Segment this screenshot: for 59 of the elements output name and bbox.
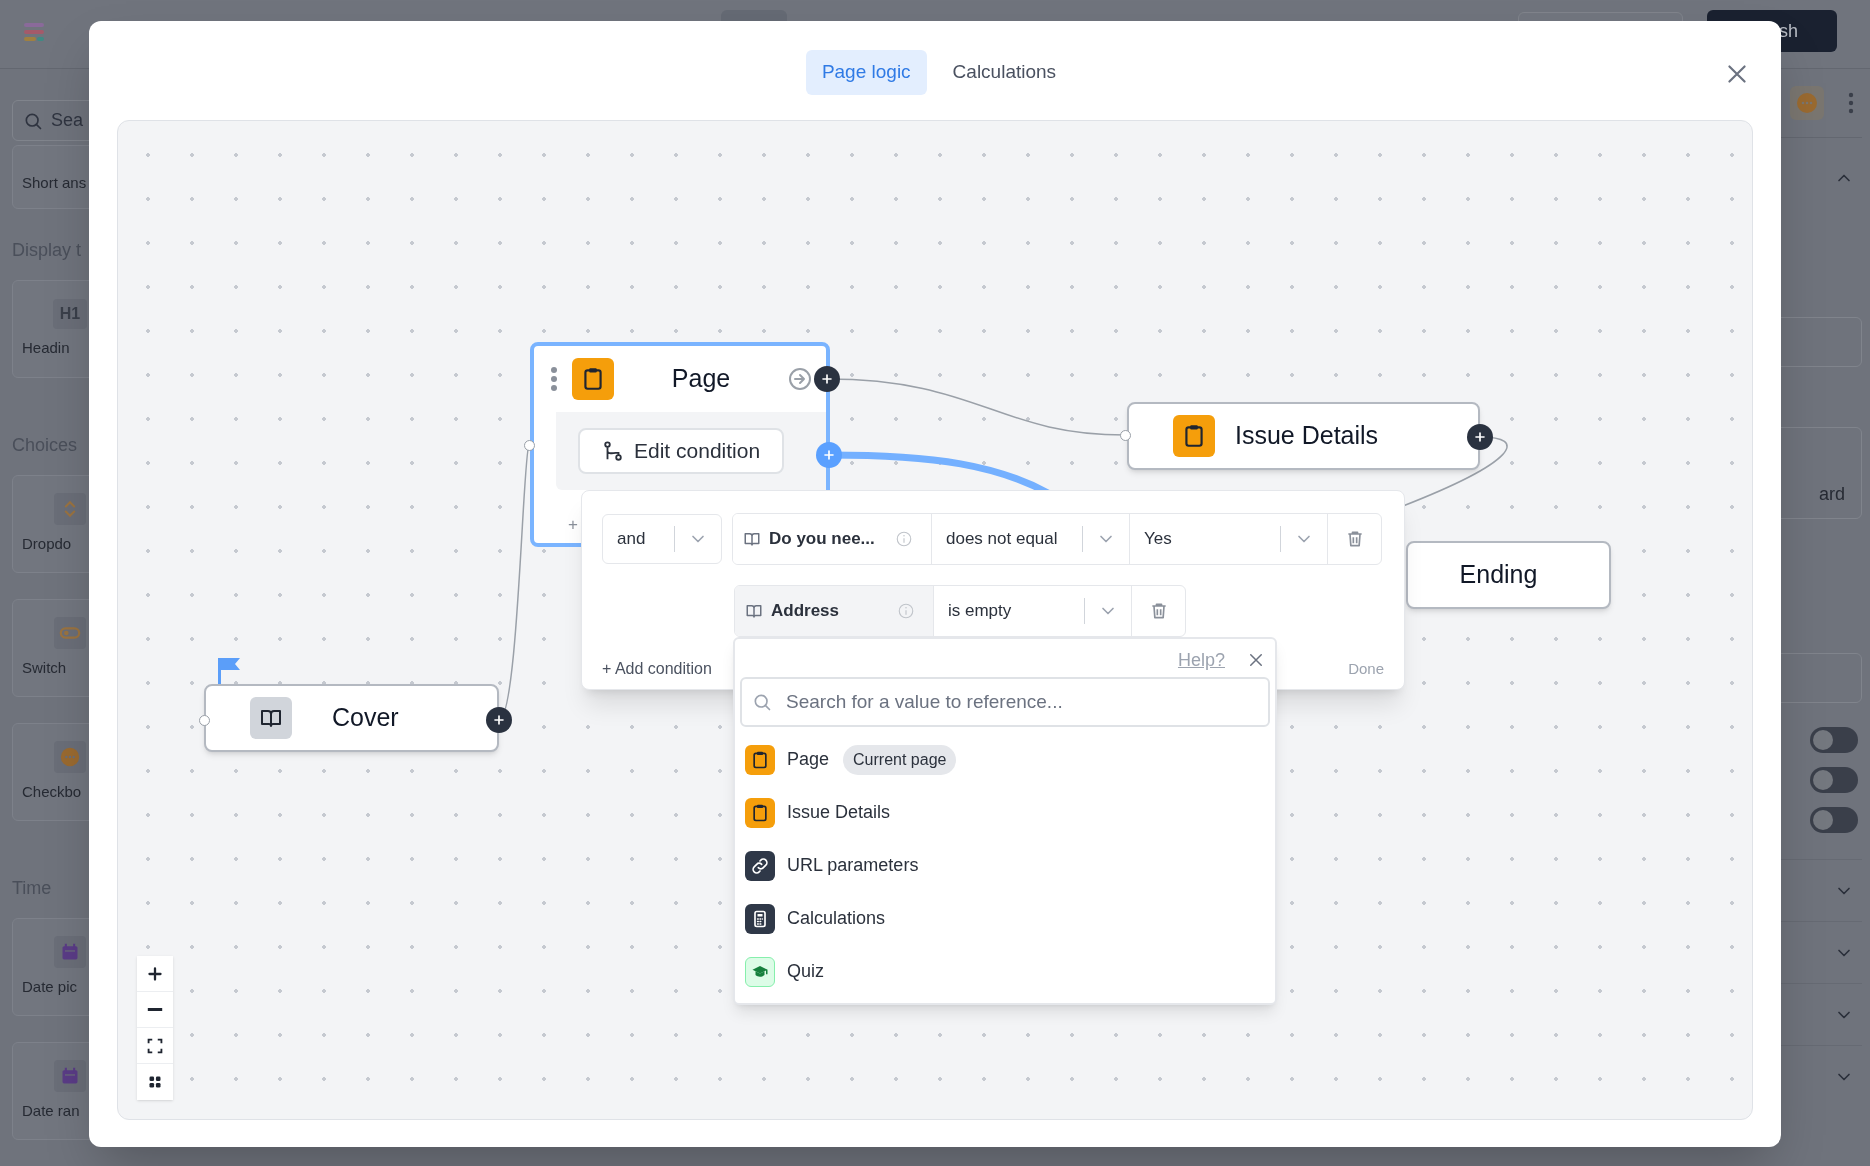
block-label: Date pic <box>22 976 78 997</box>
add-connection-button[interactable] <box>814 366 840 392</box>
page-node[interactable]: Issue Details <box>1127 402 1480 470</box>
search-icon <box>752 692 772 712</box>
node-title: Issue Details <box>1235 420 1379 452</box>
toggle-icon <box>54 616 86 649</box>
current-page-badge: Current page <box>843 744 957 775</box>
block-label: Date ran <box>22 1100 80 1121</box>
tab[interactable]: Calculations <box>936 50 1073 95</box>
calculator-icon <box>745 903 775 934</box>
minus-icon <box>147 1008 163 1011</box>
calendar-icon <box>54 935 86 968</box>
block-label: Dropdo <box>22 533 72 554</box>
search-field[interactable]: Search for a value to reference... <box>740 677 1270 727</box>
node-title: Page <box>670 363 732 395</box>
page-node[interactable]: Cover <box>204 684 499 752</box>
reference-item[interactable]: Calculations <box>745 892 1275 945</box>
node-title: Ending <box>1459 559 1538 591</box>
calendar-icon <box>54 1059 86 1092</box>
plus-icon <box>1472 429 1488 445</box>
clipboard-icon <box>572 358 614 400</box>
book-icon <box>250 697 292 739</box>
reference-item[interactable]: URL parameters <box>745 839 1275 892</box>
drag-handle-icon[interactable] <box>550 366 558 392</box>
page-node[interactable]: Ending <box>1406 541 1611 609</box>
up-down-chevron-icon <box>54 492 86 525</box>
more-icon[interactable] <box>1848 92 1854 114</box>
connector-port[interactable] <box>1120 430 1131 441</box>
link-icon <box>745 850 775 881</box>
plus-icon <box>491 712 507 728</box>
add-connection-button[interactable] <box>1467 424 1493 450</box>
block-label: Checkbo <box>22 781 82 802</box>
block-label: Headin <box>22 337 70 358</box>
connector-port[interactable] <box>524 440 535 451</box>
block-label: Switch <box>22 657 67 678</box>
reference-item[interactable]: Page Current page <box>745 733 1275 786</box>
graduation-cap-icon <box>745 956 775 987</box>
reference-item[interactable]: Quiz <box>745 945 1275 998</box>
tab[interactable]: Page logic <box>805 50 927 95</box>
toggle-switch[interactable] <box>1810 727 1858 753</box>
clipboard-icon <box>1173 415 1215 457</box>
branch-icon <box>602 440 624 462</box>
close-button[interactable] <box>1247 651 1265 669</box>
add-condition-link[interactable]: + Add condition <box>602 657 712 681</box>
toggle-switch[interactable] <box>1810 767 1858 793</box>
plus-icon <box>821 447 837 463</box>
add-connection-button[interactable] <box>486 707 512 733</box>
reference-item[interactable]: Issue Details <box>745 786 1275 839</box>
node-title: Cover <box>331 702 399 734</box>
connector-dropdown[interactable]: and <box>602 514 722 564</box>
connector-port[interactable] <box>199 715 210 726</box>
plus-icon <box>819 371 835 387</box>
clipboard-icon <box>745 744 775 775</box>
close-icon <box>1247 651 1265 669</box>
block-label: Short ans <box>22 172 87 193</box>
toggle-switch[interactable] <box>1810 807 1858 833</box>
edit-condition-button[interactable]: Edit condition <box>578 428 785 474</box>
clipboard-icon <box>745 797 775 828</box>
tab-button[interactable] <box>721 10 787 22</box>
